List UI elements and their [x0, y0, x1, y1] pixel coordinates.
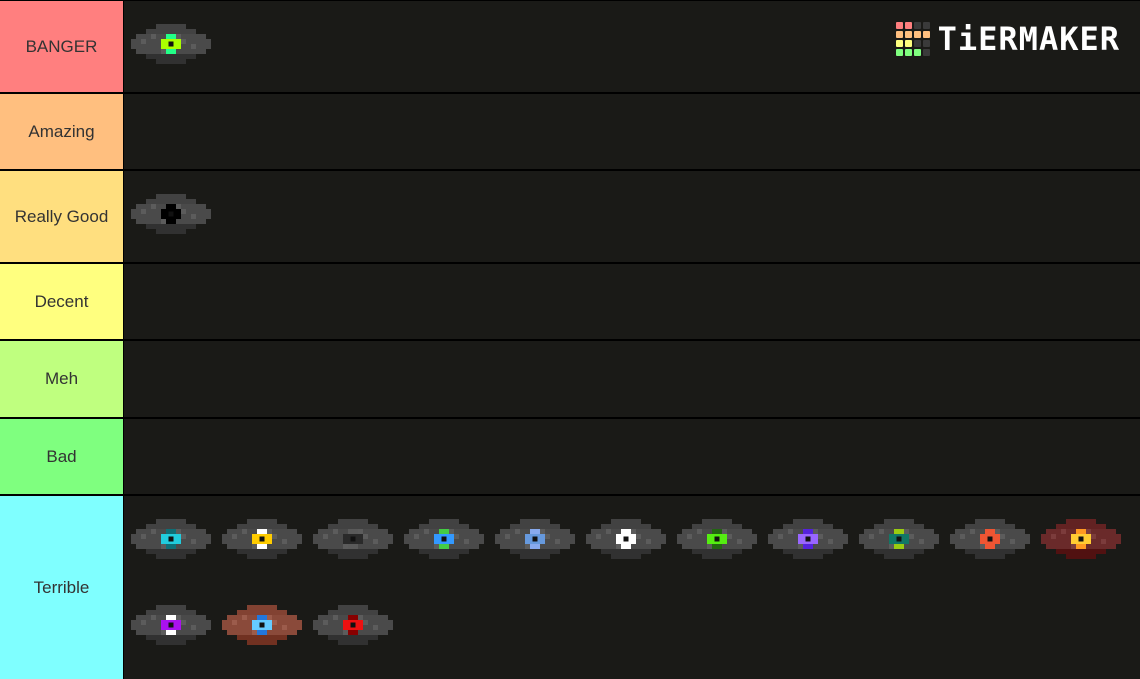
tier-items[interactable]	[124, 341, 1140, 417]
tier-items[interactable]	[124, 264, 1140, 339]
music-disc-mellohi-icon[interactable]	[128, 582, 214, 668]
tier-items[interactable]	[124, 496, 1140, 679]
tier-label[interactable]: Terrible	[0, 496, 124, 679]
music-disc-fragment-icon[interactable]	[310, 496, 396, 582]
music-disc-mall-icon[interactable]	[674, 496, 760, 582]
tier-row-decent: Decent	[0, 264, 1140, 339]
logo-grid-cell	[895, 31, 903, 38]
tier-label[interactable]: Really Good	[0, 171, 124, 262]
logo-grid-cell	[895, 49, 903, 56]
logo-grid-cell	[895, 22, 903, 29]
logo-text: TiERMAKER	[937, 20, 1120, 58]
tier-row-bad: Bad	[0, 419, 1140, 494]
tier-label[interactable]: Decent	[0, 264, 124, 339]
logo-grid-cell	[913, 31, 921, 38]
tiermaker-logo: TiERMAKER	[895, 20, 1120, 58]
logo-grid-cell	[904, 31, 912, 38]
tier-items[interactable]	[124, 171, 1140, 262]
tier-list-board: BANGER Amazing Really Good Decent Meh Ba…	[0, 0, 1140, 679]
logo-grid-cell	[913, 49, 921, 56]
tier-row-terrible: Terrible	[0, 496, 1140, 679]
music-disc-otherside-icon[interactable]	[128, 1, 214, 87]
logo-grid-cell	[922, 49, 930, 56]
tier-label[interactable]: Amazing	[0, 94, 124, 169]
music-disc-11-icon[interactable]	[128, 171, 214, 257]
music-disc-stal-icon[interactable]	[583, 496, 669, 582]
music-disc-wait-icon[interactable]	[492, 496, 578, 582]
logo-grid-cell	[904, 49, 912, 56]
tier-label[interactable]: Bad	[0, 419, 124, 494]
logo-grid-cell	[904, 22, 912, 29]
tier-label[interactable]: Meh	[0, 341, 124, 417]
logo-grid-icon	[895, 22, 930, 56]
music-disc-13-icon[interactable]	[219, 496, 305, 582]
music-disc-5-icon[interactable]	[128, 496, 214, 582]
music-disc-relic-icon[interactable]	[219, 582, 305, 668]
tier-label[interactable]: BANGER	[0, 1, 124, 92]
tier-row-amazing: Amazing	[0, 94, 1140, 169]
tier-row-meh: Meh	[0, 341, 1140, 417]
music-disc-far-icon[interactable]	[765, 496, 851, 582]
logo-grid-cell	[922, 40, 930, 47]
logo-grid-cell	[913, 40, 921, 47]
logo-grid-cell	[922, 22, 930, 29]
music-disc-cat-icon[interactable]	[401, 496, 487, 582]
logo-grid-cell	[922, 31, 930, 38]
tier-row-really-good: Really Good	[0, 171, 1140, 262]
logo-grid-cell	[913, 22, 921, 29]
music-disc-pigstep-icon[interactable]	[1038, 496, 1124, 582]
music-disc-strad-icon[interactable]	[856, 496, 942, 582]
music-disc-chirp-icon[interactable]	[310, 582, 396, 668]
music-disc-blocks-icon[interactable]	[947, 496, 1033, 582]
tier-items[interactable]	[124, 94, 1140, 169]
logo-grid-cell	[895, 40, 903, 47]
tier-items[interactable]	[124, 419, 1140, 494]
logo-grid-cell	[904, 40, 912, 47]
